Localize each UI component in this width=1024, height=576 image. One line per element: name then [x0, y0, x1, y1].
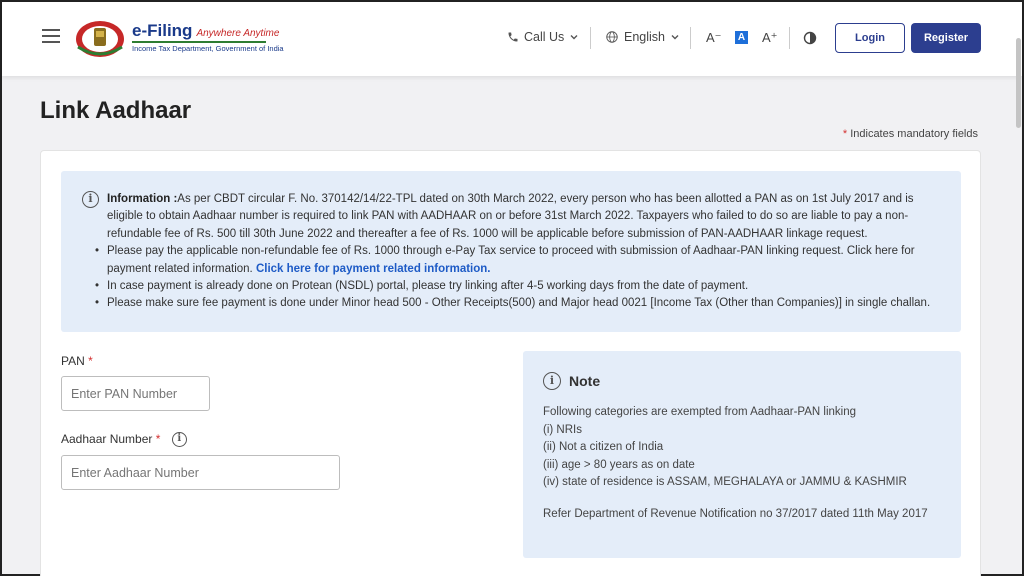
- info-icon: i: [543, 372, 561, 390]
- chevron-down-icon: [570, 35, 578, 40]
- note-body: Following categories are exempted from A…: [543, 404, 933, 523]
- link-aadhaar-card: i Information :As per CBDT circular F. N…: [40, 150, 981, 576]
- note-line: (iv) state of residence is ASSAM, MEGHAL…: [543, 476, 907, 488]
- list-item: Please make sure fee payment is done und…: [95, 295, 937, 313]
- font-decrease-button[interactable]: A⁻: [706, 30, 722, 46]
- phone-icon: [508, 32, 518, 42]
- note-heading: i Note: [543, 372, 600, 390]
- header-divider: [690, 27, 691, 49]
- information-text: Information :As per CBDT circular F. No.…: [95, 191, 937, 313]
- chevron-down-icon: [671, 35, 679, 40]
- scrollbar[interactable]: [1016, 38, 1021, 128]
- pan-input[interactable]: [61, 376, 210, 411]
- globe-icon: [606, 31, 618, 43]
- header-divider: [590, 27, 591, 49]
- emblem-icon: [76, 21, 124, 57]
- page-title: Link Aadhaar: [40, 97, 192, 124]
- font-normal-button[interactable]: A: [735, 31, 748, 44]
- information-list: Please pay the applicable non-refundable…: [95, 243, 937, 313]
- register-button[interactable]: Register: [911, 23, 981, 53]
- aadhaar-input[interactable]: [61, 455, 340, 490]
- mandatory-text: Indicates mandatory fields: [850, 128, 978, 140]
- information-heading: Information :: [107, 193, 178, 205]
- note-line: Following categories are exempted from A…: [543, 406, 856, 418]
- mandatory-note: * Indicates mandatory fields: [843, 128, 978, 140]
- top-header: e-Filing Anywhere Anytime Income Tax Depa…: [2, 2, 1022, 76]
- aadhaar-label: Aadhaar Number * i: [61, 432, 187, 448]
- contrast-icon[interactable]: [803, 31, 817, 45]
- list-item: Please pay the applicable non-refundable…: [95, 243, 937, 278]
- login-button[interactable]: Login: [835, 23, 905, 53]
- payment-info-link[interactable]: Click here for payment related informati…: [256, 263, 491, 275]
- language-label: English: [624, 30, 665, 44]
- logo-subtitle: Income Tax Department, Government of Ind…: [132, 44, 284, 53]
- logo-title: e-Filing Anywhere Anytime: [132, 21, 280, 40]
- call-us-label: Call Us: [524, 30, 565, 44]
- logo-divider: [132, 41, 266, 43]
- font-increase-button[interactable]: A⁺: [762, 30, 778, 46]
- note-box: i Note Following categories are exempted…: [523, 351, 961, 558]
- efiling-logo[interactable]: e-Filing Anywhere Anytime Income Tax Depa…: [74, 17, 284, 59]
- info-icon: i: [82, 191, 99, 208]
- logo-tagline: Anywhere Anytime: [196, 28, 280, 39]
- list-item: In case payment is already done on Prote…: [95, 278, 937, 296]
- note-line: (ii) Not a citizen of India: [543, 441, 664, 453]
- note-line: (i) NRIs: [543, 423, 582, 436]
- language-dropdown[interactable]: English: [605, 30, 680, 44]
- information-intro: Information :As per CBDT circular F. No.…: [107, 193, 914, 240]
- note-footer: Refer Department of Revenue Notification…: [543, 507, 928, 520]
- information-box: i Information :As per CBDT circular F. N…: [61, 171, 961, 332]
- call-us-dropdown[interactable]: Call Us: [507, 30, 579, 44]
- required-star: *: [842, 128, 848, 140]
- header-divider: [789, 27, 790, 49]
- aadhaar-info-icon[interactable]: i: [171, 432, 187, 448]
- hamburger-menu-icon[interactable]: [42, 29, 60, 43]
- note-line: (iii) age > 80 years as on date: [543, 458, 695, 471]
- pan-label: PAN *: [61, 354, 93, 368]
